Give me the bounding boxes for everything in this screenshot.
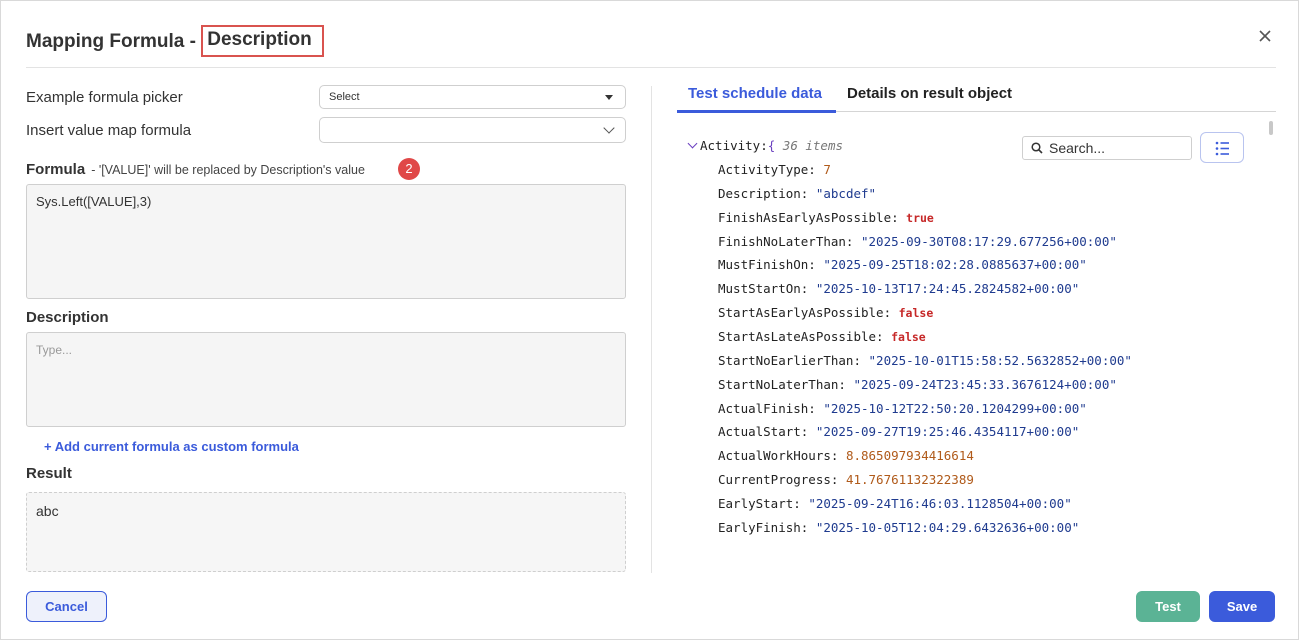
json-entry-key: StartNoEarlierThan:: [718, 352, 861, 368]
dialog-title-highlight: Description: [201, 25, 324, 57]
list-icon: [1215, 141, 1229, 156]
json-entry-row: FinishNoLaterThan: "2025-09-30T08:17:29.…: [718, 234, 1117, 249]
json-entry-key: MustStartOn:: [718, 281, 809, 297]
json-entry-key: ActualFinish:: [718, 400, 816, 416]
result-output: abc: [26, 492, 626, 572]
chevron-down-icon[interactable]: [687, 138, 698, 149]
panel-divider: [651, 86, 652, 573]
json-entry-row: FinishAsEarlyAsPossible: true: [718, 210, 934, 225]
json-entry-key: FinishAsEarlyAsPossible:: [718, 209, 899, 225]
active-tab-indicator: [677, 110, 836, 113]
json-entry-row: StartAsLateAsPossible: false: [718, 329, 926, 344]
tab-bar: Test schedule data Details on result obj…: [677, 81, 1276, 113]
json-entry-row: CurrentProgress: 41.76761132322389: [718, 472, 974, 487]
step-badge: 2: [398, 158, 420, 180]
json-entry-value: false: [898, 306, 934, 321]
json-entry-key: EarlyFinish:: [718, 519, 809, 535]
chevron-down-icon: [603, 122, 615, 134]
description-label: Description: [26, 309, 109, 326]
add-custom-formula-link[interactable]: + Add current formula as custom formula: [44, 439, 299, 454]
tab-test-schedule-data[interactable]: Test schedule data: [688, 85, 822, 102]
tab-details-on-result-object[interactable]: Details on result object: [847, 85, 1012, 102]
search-icon: [1031, 142, 1043, 154]
json-root-brace: {: [767, 138, 776, 153]
json-root-row[interactable]: Activity:{ 36 items: [687, 138, 843, 153]
json-entry-row: ActualFinish: "2025-10-12T22:50:20.12042…: [718, 401, 1087, 416]
json-entry-value: true: [906, 210, 934, 225]
json-entry-key: ActivityType:: [718, 162, 816, 177]
json-entry-key: Description:: [718, 185, 809, 201]
json-entry-value: "2025-09-27T19:25:46.4354117+00:00": [815, 424, 1080, 440]
json-entry-value: 41.76761132322389: [845, 472, 974, 488]
json-entry-row: ActualWorkHours: 8.865097934416614: [718, 448, 974, 463]
json-entry-value: "2025-09-25T18:02:28.0885637+00:00": [823, 257, 1087, 273]
json-entry-row: StartNoEarlierThan: "2025-10-01T15:58:52…: [718, 353, 1132, 368]
json-entry-value: "2025-10-13T17:24:45.2824582+00:00": [815, 281, 1080, 297]
mapping-formula-dialog: Mapping Formula - Description Example fo…: [0, 0, 1299, 640]
json-entry-value: 8.865097934416614: [845, 448, 974, 464]
json-entry-value: "2025-09-30T08:17:29.677256+00:00": [861, 233, 1117, 249]
json-entry-key: ActualWorkHours:: [718, 448, 839, 464]
json-entry-key: MustFinishOn:: [718, 257, 816, 273]
json-entry-key: StartAsEarlyAsPossible:: [718, 305, 892, 321]
json-entry-key: FinishNoLaterThan:: [718, 233, 854, 249]
json-entry-value: "abcdef": [815, 185, 877, 201]
insert-value-map-select[interactable]: [319, 117, 626, 143]
insert-value-map-label: Insert value map formula: [26, 122, 192, 139]
json-entry-value: false: [891, 329, 926, 344]
json-entry-row: StartAsEarlyAsPossible: false: [718, 305, 933, 320]
description-input[interactable]: Type...: [26, 332, 626, 427]
json-entry-row: ActualStart: "2025-09-27T19:25:46.435411…: [718, 424, 1079, 439]
dialog-title-prefix: Mapping Formula -: [26, 31, 202, 52]
json-entry-row: ActivityType: 7: [718, 162, 831, 177]
json-entry-key: StartNoLaterThan:: [718, 376, 846, 392]
json-entry-value: "2025-09-24T16:46:03.1128504+00:00": [808, 495, 1072, 511]
dialog-title: Mapping Formula - Description: [26, 25, 324, 59]
cancel-button[interactable]: Cancel: [26, 591, 107, 622]
json-root-key: Activity:: [700, 138, 768, 153]
json-entry-value: "2025-10-01T15:58:52.5632852+00:00": [868, 352, 1132, 368]
json-entry-row: EarlyStart: "2025-09-24T16:46:03.1128504…: [718, 496, 1072, 511]
json-entry-key: StartAsLateAsPossible:: [718, 328, 884, 344]
test-button[interactable]: Test: [1136, 591, 1200, 622]
example-formula-picker-value: Select: [329, 91, 360, 103]
json-entry-row: Description: "abcdef": [718, 186, 876, 201]
close-icon[interactable]: [1256, 27, 1274, 45]
formula-hint: - '[VALUE]' will be replaced by Descript…: [91, 163, 365, 177]
formula-label: Formula: [26, 161, 86, 178]
formula-input[interactable]: Sys.Left([VALUE],3): [26, 184, 626, 299]
description-placeholder: Type...: [36, 343, 73, 357]
dialog-header: Mapping Formula - Description: [26, 21, 1276, 68]
example-formula-picker-label: Example formula picker: [26, 89, 183, 106]
list-view-button[interactable]: [1200, 132, 1244, 163]
json-entry-key: EarlyStart:: [718, 495, 801, 511]
json-entry-row: MustFinishOn: "2025-09-25T18:02:28.08856…: [718, 257, 1087, 272]
result-label: Result: [26, 465, 72, 482]
save-button[interactable]: Save: [1209, 591, 1275, 622]
search-input[interactable]: Search...: [1022, 136, 1192, 160]
json-entry-row: EarlyFinish: "2025-10-05T12:04:29.643263…: [718, 520, 1079, 535]
formula-label-row: Formula - '[VALUE]' will be replaced by D…: [26, 161, 365, 178]
json-entry-key: ActualStart:: [718, 424, 809, 440]
example-formula-picker[interactable]: Select: [319, 85, 626, 109]
json-entry-key: CurrentProgress:: [718, 472, 839, 488]
caret-down-icon: [605, 95, 613, 100]
json-entry-value: 7: [823, 162, 831, 177]
json-entry-value: "2025-10-05T12:04:29.6432636+00:00": [815, 519, 1080, 535]
formula-input-value: Sys.Left([VALUE],3): [36, 194, 152, 209]
result-value: abc: [36, 503, 59, 519]
json-entry-value: "2025-10-12T22:50:20.1204299+00:00": [823, 400, 1087, 416]
json-entry-row: StartNoLaterThan: "2025-09-24T23:45:33.3…: [718, 377, 1117, 392]
json-entry-value: "2025-09-24T23:45:33.3676124+00:00": [853, 376, 1117, 392]
json-entry-row: MustStartOn: "2025-10-13T17:24:45.282458…: [718, 281, 1079, 296]
scrollbar-thumb[interactable]: [1269, 121, 1273, 135]
search-placeholder: Search...: [1049, 140, 1106, 156]
json-root-count: 36 items: [782, 138, 844, 153]
